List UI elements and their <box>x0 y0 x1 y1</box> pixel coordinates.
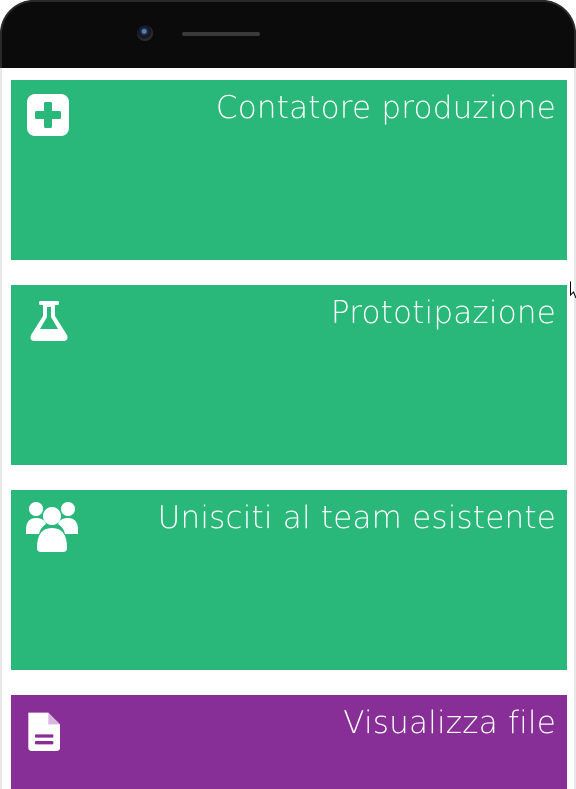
phone-bezel <box>0 0 576 68</box>
app-screen: Contatore produzione Prototipazione Unis… <box>0 68 576 789</box>
flask-icon <box>30 301 68 341</box>
front-camera-icon <box>137 25 153 41</box>
tile-label: Contatore produzione <box>215 90 556 126</box>
mouse-pointer-icon <box>570 281 576 299</box>
tile-prototipazione[interactable]: Prototipazione <box>11 285 567 465</box>
earpiece-speaker <box>182 32 260 36</box>
plus-square-icon <box>27 94 69 136</box>
tile-label: Prototipazione <box>330 295 556 331</box>
tile-label: Visualizza file <box>343 705 556 741</box>
users-group-icon <box>26 502 78 552</box>
tile-unisciti-team[interactable]: Unisciti al team esistente <box>11 490 567 670</box>
tile-visualizza-file[interactable]: Visualizza file <box>11 695 567 789</box>
tile-label: Unisciti al team esistente <box>157 500 556 536</box>
file-text-icon <box>28 712 60 751</box>
phone-frame-top <box>0 0 576 68</box>
tile-contatore-produzione[interactable]: Contatore produzione <box>11 80 567 260</box>
